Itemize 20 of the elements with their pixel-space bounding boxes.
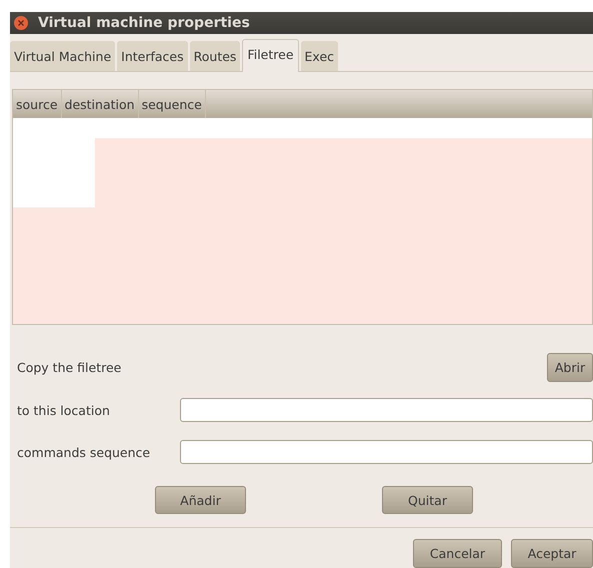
tab[interactable]: Filetree — [242, 39, 299, 72]
tab[interactable]: Virtual Machine — [10, 41, 116, 71]
field-label: to this location — [17, 402, 111, 418]
field-label: commands sequence — [17, 444, 152, 460]
text-field[interactable] — [180, 398, 593, 422]
cancel-button[interactable]: Cancelar — [413, 539, 502, 568]
text-field[interactable] — [180, 440, 593, 464]
tab[interactable]: Exec — [300, 41, 338, 71]
column-header[interactable]: destination — [62, 90, 139, 118]
column-header[interactable]: source — [13, 90, 62, 118]
column-header[interactable]: sequence — [138, 90, 206, 118]
remove-button[interactable]: Quitar — [382, 486, 473, 514]
accept-button[interactable]: Aceptar — [511, 539, 593, 568]
window-title: Virtual machine properties — [38, 15, 250, 31]
tab[interactable]: Routes — [190, 41, 240, 71]
tab[interactable]: Interfaces — [117, 41, 188, 71]
open-button[interactable]: Abrir — [547, 353, 593, 382]
close-icon[interactable] — [14, 16, 28, 30]
field-label: Copy the filetree — [17, 360, 122, 375]
add-button[interactable]: Añadir — [155, 486, 246, 514]
